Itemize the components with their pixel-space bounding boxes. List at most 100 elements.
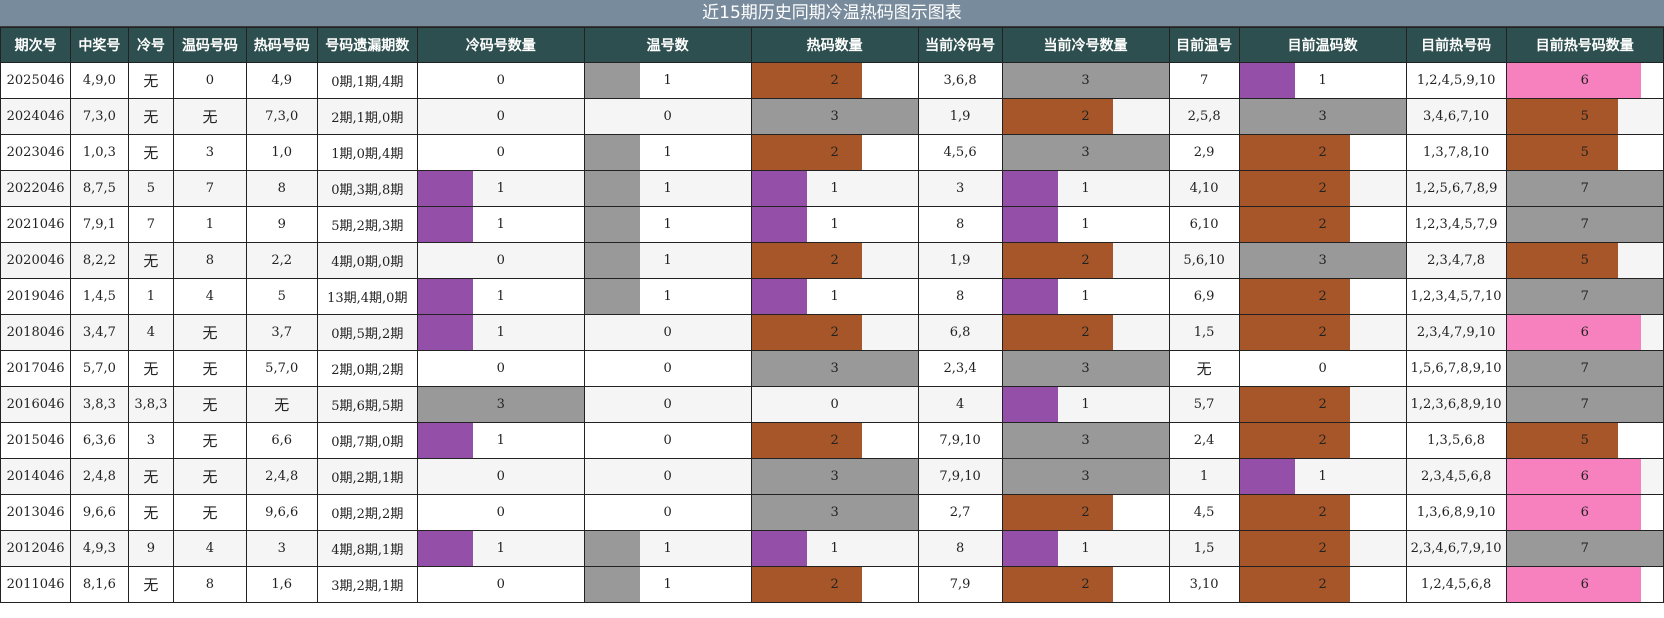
cell-warm: 无	[173, 458, 247, 495]
cell-issue: 2019046	[0, 278, 72, 315]
cell-cur-warm-count: 2	[1238, 386, 1407, 423]
warm-header: 温码号码	[173, 27, 247, 63]
count-value: 1	[1081, 397, 1090, 412]
count-value: 3	[830, 505, 839, 520]
cell-cur-cold: 2,3,4	[917, 350, 1003, 387]
cell-cur-warm: 6,10	[1168, 206, 1240, 243]
cell-cur-warm: 4,10	[1168, 170, 1240, 207]
count-bar	[418, 531, 474, 566]
table-row: 2015046 6,3,6 3 无 6,6 0期,7期,0期 1 0 2 7,9,10 3 2,4 2 1…	[0, 422, 1664, 459]
cell-issue: 2024046	[0, 98, 72, 135]
cell-miss: 13期,4期,0期	[316, 278, 418, 315]
cell-hot-count: 2	[750, 134, 919, 171]
cell-winning: 2,4,8	[70, 458, 129, 495]
cell-miss: 1期,0期,4期	[316, 134, 418, 171]
count-value: 7	[1580, 541, 1589, 556]
cell-cur-warm-count: 2	[1238, 278, 1407, 315]
cell-cur-cold-count: 2	[1001, 242, 1170, 279]
cell-warm-count: 0	[583, 386, 752, 423]
cell-cur-cold: 1,9	[917, 242, 1003, 279]
count-value: 2	[1081, 109, 1090, 124]
cell-hot-count: 2	[750, 62, 919, 99]
cell-winning: 4,9,3	[70, 530, 129, 567]
cell-cur-hot-count: 6	[1505, 314, 1664, 351]
cell-winning: 8,7,5	[70, 170, 129, 207]
count-bar	[752, 207, 807, 242]
cell-hot-count: 2	[750, 422, 919, 459]
count-value: 2	[1318, 577, 1327, 592]
cell-cur-hot-count: 7	[1505, 386, 1664, 423]
cell-issue: 2021046	[0, 206, 72, 243]
count-value: 2	[1318, 217, 1327, 232]
count-value: 7	[1580, 181, 1589, 196]
cell-cold: 3,8,3	[127, 386, 175, 423]
cell-cur-cold-count: 2	[1001, 98, 1170, 135]
count-value: 1	[496, 217, 505, 232]
count-value: 0	[663, 325, 672, 340]
cell-issue: 2022046	[0, 170, 72, 207]
cell-warm-count: 1	[583, 530, 752, 567]
warm-count-header: 温号数	[583, 27, 752, 63]
cell-cur-cold: 7,9	[917, 566, 1003, 603]
cell-cur-warm: 4,5	[1168, 494, 1240, 531]
cell-miss: 5期,2期,3期	[316, 206, 418, 243]
cell-warm-count: 0	[583, 422, 752, 459]
cell-cold: 7	[127, 206, 175, 243]
cell-issue: 2011046	[0, 566, 72, 603]
cell-cur-hot: 2,3,4,6,7,9,10	[1405, 530, 1507, 567]
cell-cold: 无	[127, 458, 175, 495]
cell-cur-cold-count: 1	[1001, 170, 1170, 207]
cell-warm-count: 1	[583, 206, 752, 243]
cell-cur-cold-count: 3	[1001, 62, 1170, 99]
count-bar	[585, 171, 641, 206]
count-value: 3	[1081, 361, 1090, 376]
cell-hot: 9	[245, 206, 318, 243]
cell-cold-count: 3	[416, 386, 585, 423]
cell-warm-count: 0	[583, 494, 752, 531]
count-bar	[1003, 387, 1058, 422]
cell-cur-cold: 3	[917, 170, 1003, 207]
cell-hot: 6,6	[245, 422, 318, 459]
count-value: 1	[663, 217, 672, 232]
cell-cur-cold-count: 2	[1001, 566, 1170, 603]
cur-cold-count-header: 当前冷号数量	[1001, 27, 1170, 63]
cell-hot: 5	[245, 278, 318, 315]
cell-cur-warm-count: 2	[1238, 494, 1407, 531]
cell-cur-cold: 4,5,6	[917, 134, 1003, 171]
cell-hot-count: 3	[750, 494, 919, 531]
cell-hot-count: 3	[750, 458, 919, 495]
count-value: 3	[1081, 73, 1090, 88]
cell-cold: 无	[127, 494, 175, 531]
cell-cur-hot-count: 5	[1505, 98, 1664, 135]
count-value: 0	[830, 397, 839, 412]
count-bar	[1240, 171, 1351, 206]
count-bar	[1003, 171, 1058, 206]
count-bar	[1240, 459, 1295, 494]
count-bar	[1240, 495, 1351, 530]
header-row: 期次号 中奖号 冷号 温码号码 热码号码 号码遗漏期数 冷码号数量 温号数 热码数量 当前冷码号当…	[0, 27, 1664, 63]
cell-miss: 0期,2期,2期	[316, 494, 418, 531]
cell-issue: 2016046	[0, 386, 72, 423]
cell-cur-hot-count: 5	[1505, 134, 1664, 171]
cell-warm: 0	[173, 62, 247, 99]
cell-miss: 4期,8期,1期	[316, 530, 418, 567]
cell-cur-cold-count: 1	[1001, 278, 1170, 315]
cell-cur-hot-count: 6	[1505, 566, 1664, 603]
cell-cold: 9	[127, 530, 175, 567]
count-bar	[418, 423, 474, 458]
count-value: 3	[830, 109, 839, 124]
cell-cur-cold: 2,7	[917, 494, 1003, 531]
cell-cold-count: 0	[416, 134, 585, 171]
count-bar	[1507, 495, 1641, 530]
cell-winning: 8,1,6	[70, 566, 129, 603]
count-bar	[752, 63, 863, 98]
cell-warm: 7	[173, 170, 247, 207]
count-value: 5	[1580, 109, 1589, 124]
count-bar	[1240, 387, 1351, 422]
cell-cur-hot: 2,3,4,7,9,10	[1405, 314, 1507, 351]
cell-winning: 5,7,0	[70, 350, 129, 387]
count-value: 0	[496, 577, 505, 592]
table-row: 2011046 8,1,6 无 8 1,6 3期,2期,1期 0 1 2 7,9 2 3,10 2 1,2…	[0, 566, 1664, 603]
count-value: 1	[663, 541, 672, 556]
cell-winning: 9,6,6	[70, 494, 129, 531]
